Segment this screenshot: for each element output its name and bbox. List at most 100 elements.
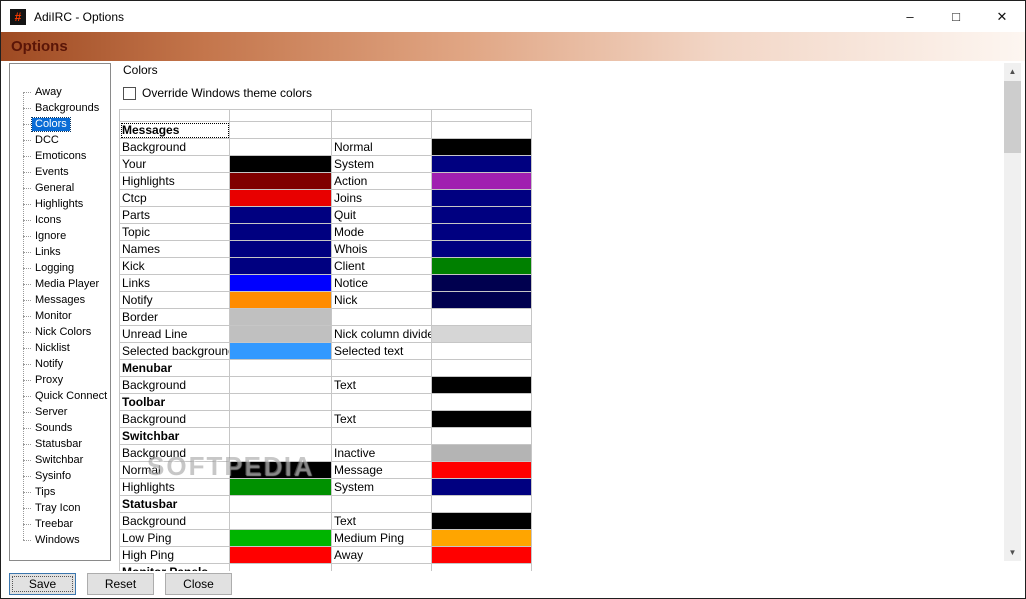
section-label-cell[interactable]: Monitor Panels (119, 563, 230, 571)
color-swatch-cell[interactable] (431, 223, 532, 241)
column-header-cell (229, 109, 332, 122)
sidebar-item-dcc[interactable]: DCC (10, 132, 110, 148)
sidebar-item-sounds[interactable]: Sounds (10, 420, 110, 436)
color-swatch-cell[interactable] (431, 172, 532, 190)
color-swatch-cell[interactable] (229, 138, 332, 156)
sidebar-item-notify[interactable]: Notify (10, 356, 110, 372)
color-label-cell: Away (331, 546, 432, 564)
maximize-button[interactable]: □ (933, 1, 979, 32)
color-swatch-cell[interactable] (431, 189, 532, 207)
sidebar-item-away[interactable]: Away (10, 84, 110, 100)
color-swatch-cell[interactable] (229, 376, 332, 394)
color-swatch-cell[interactable] (431, 546, 532, 564)
section-label-cell[interactable]: Messages (119, 121, 230, 139)
minimize-button[interactable]: – (887, 1, 933, 32)
sidebar-item-logging[interactable]: Logging (10, 260, 110, 276)
sidebar-item-general[interactable]: General (10, 180, 110, 196)
color-swatch-cell[interactable] (229, 257, 332, 275)
sidebar-item-label: DCC (35, 133, 59, 146)
sidebar-item-ignore[interactable]: Ignore (10, 228, 110, 244)
color-swatch-cell[interactable] (431, 461, 532, 479)
color-swatch-cell[interactable] (431, 257, 532, 275)
sidebar-item-backgrounds[interactable]: Backgrounds (10, 100, 110, 116)
color-label-cell: Notify (119, 291, 230, 309)
close-button[interactable]: ✕ (979, 1, 1025, 32)
color-swatch-cell[interactable] (229, 240, 332, 258)
color-label-cell: Joins (331, 189, 432, 207)
sidebar-item-windows[interactable]: Windows (10, 532, 110, 548)
sidebar-item-label: Away (35, 85, 62, 98)
sidebar-item-switchbar[interactable]: Switchbar (10, 452, 110, 468)
color-swatch-cell[interactable] (229, 206, 332, 224)
sidebar-item-nick-colors[interactable]: Nick Colors (10, 324, 110, 340)
color-swatch-cell[interactable] (431, 410, 532, 428)
color-swatch-cell[interactable] (229, 478, 332, 496)
color-swatch-cell[interactable] (431, 478, 532, 496)
sidebar-item-proxy[interactable]: Proxy (10, 372, 110, 388)
color-swatch-cell[interactable] (431, 240, 532, 258)
sidebar-item-server[interactable]: Server (10, 404, 110, 420)
section-label-cell[interactable]: Toolbar (119, 393, 230, 411)
sidebar-item-nicklist[interactable]: Nicklist (10, 340, 110, 356)
scroll-up-icon[interactable]: ▲ (1004, 63, 1021, 80)
sidebar-item-monitor[interactable]: Monitor (10, 308, 110, 324)
color-swatch-cell[interactable] (229, 546, 332, 564)
color-swatch-cell[interactable] (431, 138, 532, 156)
color-table-row: Low Ping Medium Ping (119, 529, 532, 547)
color-swatch-cell[interactable] (229, 512, 332, 530)
color-swatch-cell[interactable] (229, 461, 332, 479)
color-swatch-cell[interactable] (229, 342, 332, 360)
scroll-down-icon[interactable]: ▼ (1004, 544, 1021, 561)
color-swatch-cell[interactable] (229, 410, 332, 428)
override-theme-checkbox[interactable] (123, 86, 136, 100)
color-swatch-cell[interactable] (229, 308, 332, 326)
color-swatch-cell[interactable] (431, 512, 532, 530)
color-swatch-cell[interactable] (431, 444, 532, 462)
section-label-cell[interactable]: Statusbar (119, 495, 230, 513)
color-swatch-cell[interactable] (431, 308, 532, 326)
color-swatch-cell[interactable] (229, 155, 332, 173)
sidebar-item-quick-connect[interactable]: Quick Connect (10, 388, 110, 404)
section-label-cell[interactable]: Switchbar (119, 427, 230, 445)
color-swatch-cell[interactable] (229, 172, 332, 190)
color-swatch-cell[interactable] (229, 529, 332, 547)
color-swatch-cell[interactable] (431, 155, 532, 173)
color-swatch-cell[interactable] (229, 291, 332, 309)
color-swatch-cell[interactable] (229, 274, 332, 292)
color-swatch-cell[interactable] (229, 189, 332, 207)
sidebar-item-statusbar[interactable]: Statusbar (10, 436, 110, 452)
sidebar-item-tips[interactable]: Tips (10, 484, 110, 500)
vertical-scrollbar[interactable]: ▲ ▼ (1004, 63, 1021, 561)
close-button[interactable]: Close (165, 573, 232, 595)
color-table-row: Ctcp Joins (119, 189, 532, 207)
color-swatch-cell[interactable] (229, 325, 332, 343)
color-swatch-cell[interactable] (431, 291, 532, 309)
save-button[interactable]: Save (9, 573, 76, 595)
color-swatch-cell[interactable] (431, 206, 532, 224)
color-swatch-cell[interactable] (431, 529, 532, 547)
color-swatch-cell[interactable] (229, 444, 332, 462)
color-table-row: Normal Message (119, 461, 532, 479)
section-label-cell[interactable]: Menubar (119, 359, 230, 377)
color-swatch-cell[interactable] (431, 274, 532, 292)
color-swatch-cell[interactable] (431, 376, 532, 394)
scrollbar-thumb[interactable] (1004, 81, 1021, 153)
sidebar-item-icons[interactable]: Icons (10, 212, 110, 228)
color-swatch-cell[interactable] (229, 223, 332, 241)
color-label-cell: Nick (331, 291, 432, 309)
sidebar-item-media-player[interactable]: Media Player (10, 276, 110, 292)
sidebar-item-tray-icon[interactable]: Tray Icon (10, 500, 110, 516)
color-swatch-cell[interactable] (431, 325, 532, 343)
sidebar-item-messages[interactable]: Messages (10, 292, 110, 308)
sidebar-item-links[interactable]: Links (10, 244, 110, 260)
color-swatch-cell[interactable] (431, 342, 532, 360)
sidebar-item-label: Sounds (35, 421, 73, 434)
reset-button[interactable]: Reset (87, 573, 154, 595)
sidebar-item-colors[interactable]: Colors (10, 116, 110, 132)
sidebar-item-highlights[interactable]: Highlights (10, 196, 110, 212)
color-label-cell: Unread Line (119, 325, 230, 343)
sidebar-item-treebar[interactable]: Treebar (10, 516, 110, 532)
sidebar-item-events[interactable]: Events (10, 164, 110, 180)
sidebar-item-sysinfo[interactable]: Sysinfo (10, 468, 110, 484)
sidebar-item-emoticons[interactable]: Emoticons (10, 148, 110, 164)
